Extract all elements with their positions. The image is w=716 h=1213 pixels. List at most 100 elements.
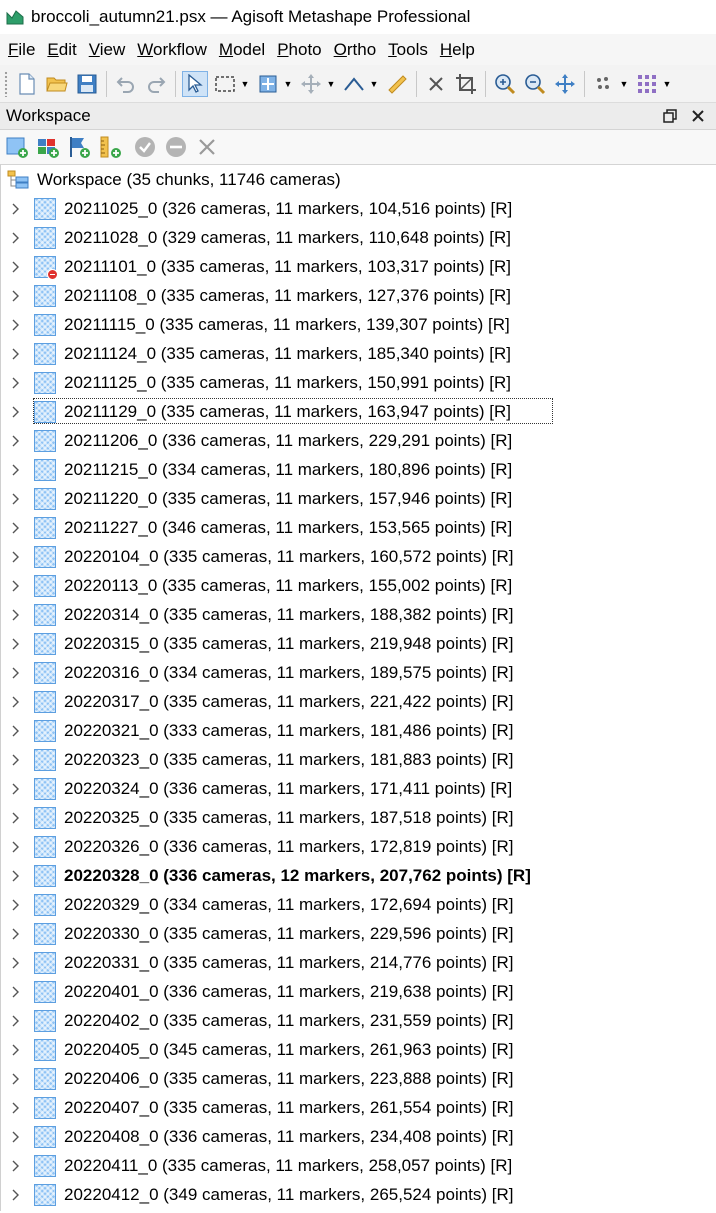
chunk-row[interactable]: 20211227_0 (346 cameras, 11 markers, 153… <box>1 513 716 542</box>
expand-chevron-icon[interactable] <box>7 203 25 215</box>
chunk-row[interactable]: 20220113_0 (335 cameras, 11 markers, 155… <box>1 571 716 600</box>
chunk-row[interactable]: 20220330_0 (335 cameras, 11 markers, 229… <box>1 919 716 948</box>
reset-view-button[interactable] <box>552 71 578 97</box>
menu-tools[interactable]: Tools <box>382 34 434 65</box>
chunk-row[interactable]: 20220405_0 (345 cameras, 11 markers, 261… <box>1 1035 716 1064</box>
expand-chevron-icon[interactable] <box>7 348 25 360</box>
chunk-row[interactable]: 20211215_0 (334 cameras, 11 markers, 180… <box>1 455 716 484</box>
rect-select-dropdown[interactable]: ▼ <box>240 71 250 97</box>
chunk-row[interactable]: 20211101_0 (335 cameras, 11 markers, 103… <box>1 252 716 281</box>
chunk-row[interactable]: 20220411_0 (335 cameras, 11 markers, 258… <box>1 1151 716 1180</box>
expand-chevron-icon[interactable] <box>7 1160 25 1172</box>
close-panel-button[interactable] <box>688 106 708 126</box>
chunk-row[interactable]: 20220402_0 (335 cameras, 11 markers, 231… <box>1 1006 716 1035</box>
expand-chevron-icon[interactable] <box>7 754 25 766</box>
menu-view[interactable]: View <box>83 34 132 65</box>
chunk-row[interactable]: 20220408_0 (336 cameras, 11 markers, 234… <box>1 1122 716 1151</box>
crop-button[interactable] <box>453 71 479 97</box>
zoom-in-button[interactable] <box>492 71 518 97</box>
chunk-row[interactable]: 20220315_0 (335 cameras, 11 markers, 219… <box>1 629 716 658</box>
expand-chevron-icon[interactable] <box>7 667 25 679</box>
ruler-button[interactable] <box>384 71 410 97</box>
expand-chevron-icon[interactable] <box>7 841 25 853</box>
undo-button[interactable] <box>113 71 139 97</box>
undock-button[interactable] <box>660 106 680 126</box>
chunk-row[interactable]: 20220323_0 (335 cameras, 11 markers, 181… <box>1 745 716 774</box>
chunk-row[interactable]: 20211125_0 (335 cameras, 11 markers, 150… <box>1 368 716 397</box>
disable-button[interactable] <box>163 134 189 160</box>
chunk-row[interactable]: 20211124_0 (335 cameras, 11 markers, 185… <box>1 339 716 368</box>
zoom-out-button[interactable] <box>522 71 548 97</box>
chunk-row[interactable]: 20220321_0 (333 cameras, 11 markers, 181… <box>1 716 716 745</box>
expand-chevron-icon[interactable] <box>7 696 25 708</box>
menu-workflow[interactable]: Workflow <box>131 34 213 65</box>
expand-chevron-icon[interactable] <box>7 232 25 244</box>
new-document-button[interactable] <box>14 71 40 97</box>
expand-chevron-icon[interactable] <box>7 551 25 563</box>
remove-button[interactable] <box>194 134 220 160</box>
rect-select-button[interactable] <box>212 71 238 97</box>
expand-chevron-icon[interactable] <box>7 464 25 476</box>
chunk-row[interactable]: 20220328_0 (336 cameras, 12 markers, 207… <box>1 861 716 890</box>
expand-chevron-icon[interactable] <box>7 1015 25 1027</box>
toolbar-grip[interactable] <box>4 70 8 97</box>
chunk-row[interactable]: 20211115_0 (335 cameras, 11 markers, 139… <box>1 310 716 339</box>
expand-chevron-icon[interactable] <box>7 609 25 621</box>
save-button[interactable] <box>74 71 100 97</box>
expand-chevron-icon[interactable] <box>7 435 25 447</box>
chunk-row[interactable]: 20220329_0 (334 cameras, 11 markers, 172… <box>1 890 716 919</box>
redo-button[interactable] <box>143 71 169 97</box>
expand-chevron-icon[interactable] <box>7 957 25 969</box>
chunk-row[interactable]: 20211028_0 (329 cameras, 11 markers, 110… <box>1 223 716 252</box>
polyline-button[interactable] <box>341 71 367 97</box>
add-scalebar-button[interactable] <box>97 134 123 160</box>
expand-chevron-icon[interactable] <box>7 1073 25 1085</box>
expand-chevron-icon[interactable] <box>7 522 25 534</box>
expand-chevron-icon[interactable] <box>7 493 25 505</box>
chunk-row[interactable]: 20220406_0 (335 cameras, 11 markers, 223… <box>1 1064 716 1093</box>
expand-chevron-icon[interactable] <box>7 1044 25 1056</box>
delete-button[interactable] <box>423 71 449 97</box>
navigation-button[interactable] <box>255 71 281 97</box>
expand-chevron-icon[interactable] <box>7 986 25 998</box>
menu-help[interactable]: Help <box>434 34 481 65</box>
chunk-row[interactable]: 20220412_0 (349 cameras, 11 markers, 265… <box>1 1180 716 1209</box>
expand-chevron-icon[interactable] <box>7 290 25 302</box>
chunk-row[interactable]: 20220317_0 (335 cameras, 11 markers, 221… <box>1 687 716 716</box>
select-tool-button[interactable] <box>182 70 208 97</box>
expand-chevron-icon[interactable] <box>7 812 25 824</box>
chunk-row[interactable]: 20211220_0 (335 cameras, 11 markers, 157… <box>1 484 716 513</box>
add-photos-button[interactable] <box>35 134 61 160</box>
enable-button[interactable] <box>132 134 158 160</box>
navigation-dropdown[interactable]: ▼ <box>283 71 293 97</box>
menu-edit[interactable]: Edit <box>41 34 82 65</box>
grid-button[interactable] <box>634 71 660 97</box>
polyline-dropdown[interactable]: ▼ <box>369 71 379 97</box>
expand-chevron-icon[interactable] <box>7 870 25 882</box>
expand-chevron-icon[interactable] <box>7 725 25 737</box>
expand-chevron-icon[interactable] <box>7 1102 25 1114</box>
expand-chevron-icon[interactable] <box>7 928 25 940</box>
move-dropdown[interactable]: ▼ <box>326 71 336 97</box>
open-button[interactable] <box>44 71 70 97</box>
chunk-row[interactable]: 20220401_0 (336 cameras, 11 markers, 219… <box>1 977 716 1006</box>
expand-chevron-icon[interactable] <box>7 1131 25 1143</box>
menu-ortho[interactable]: Ortho <box>328 34 383 65</box>
expand-chevron-icon[interactable] <box>7 261 25 273</box>
chunk-row[interactable]: 20211108_0 (335 cameras, 11 markers, 127… <box>1 281 716 310</box>
expand-chevron-icon[interactable] <box>7 406 25 418</box>
chunk-row[interactable]: 20220324_0 (336 cameras, 11 markers, 171… <box>1 774 716 803</box>
chunk-row[interactable]: 20220314_0 (335 cameras, 11 markers, 188… <box>1 600 716 629</box>
chunk-row[interactable]: 20220316_0 (334 cameras, 11 markers, 189… <box>1 658 716 687</box>
expand-chevron-icon[interactable] <box>7 377 25 389</box>
point-cloud-dropdown[interactable]: ▼ <box>619 71 629 97</box>
chunk-row[interactable]: 20220331_0 (335 cameras, 11 markers, 214… <box>1 948 716 977</box>
add-marker-button[interactable] <box>66 134 92 160</box>
expand-chevron-icon[interactable] <box>7 638 25 650</box>
chunk-row[interactable]: 20211206_0 (336 cameras, 11 markers, 229… <box>1 426 716 455</box>
chunk-row[interactable]: 20220407_0 (335 cameras, 11 markers, 261… <box>1 1093 716 1122</box>
chunk-row[interactable]: 20220325_0 (335 cameras, 11 markers, 187… <box>1 803 716 832</box>
add-chunk-button[interactable] <box>4 134 30 160</box>
menu-model[interactable]: Model <box>213 34 271 65</box>
chunk-row[interactable]: 20211129_0 (335 cameras, 11 markers, 163… <box>1 397 716 426</box>
